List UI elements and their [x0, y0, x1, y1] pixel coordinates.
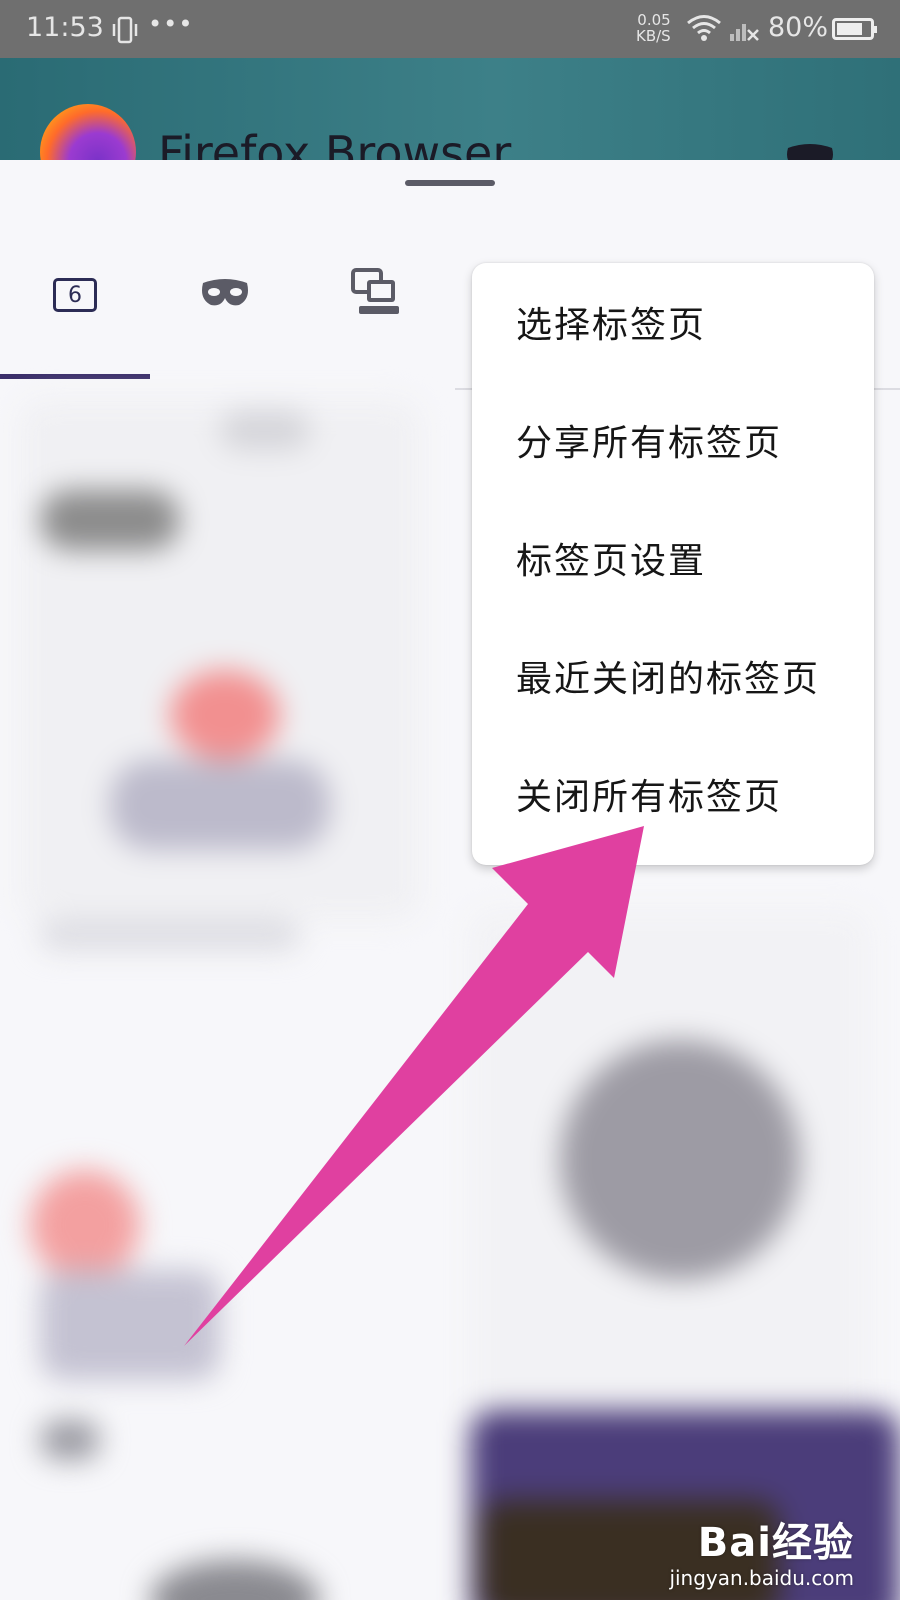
- annotation-arrow-shape: [184, 826, 644, 1346]
- annotation-arrow: [184, 826, 644, 1346]
- watermark-url: jingyan.baidu.com: [669, 1566, 854, 1590]
- watermark-logo: Bai经验: [697, 1520, 854, 1566]
- baidu-watermark: Bai经验 jingyan.baidu.com: [669, 1510, 854, 1590]
